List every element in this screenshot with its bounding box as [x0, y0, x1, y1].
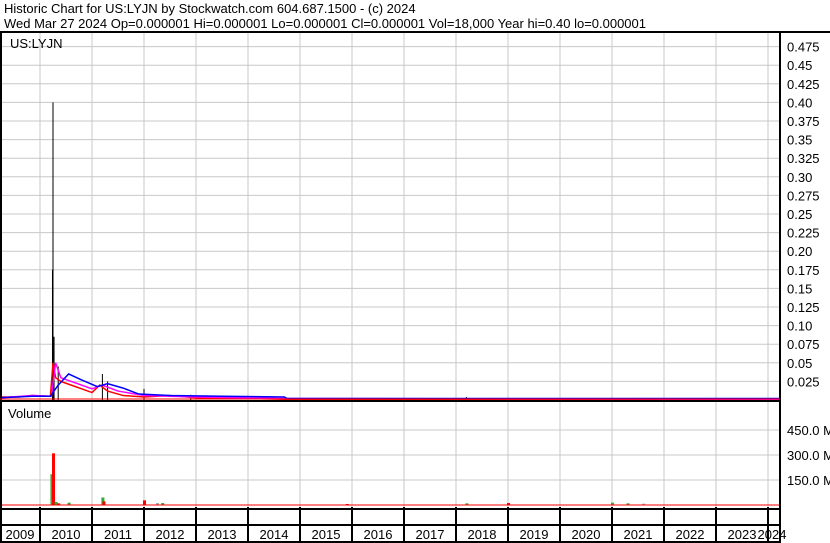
price-tick-label: 0.325	[787, 151, 820, 166]
year-tick-label: 2015	[312, 527, 341, 542]
volume-tick-label: 450.0 M	[787, 423, 830, 438]
year-tick-label: 2014	[260, 527, 289, 542]
year-tick-label: 2021	[624, 527, 653, 542]
price-tick-label: 0.10	[787, 319, 812, 334]
year-tick-label: 2012	[156, 527, 185, 542]
price-tick-label: 0.225	[787, 226, 820, 241]
price-tick-label: 0.40	[787, 95, 812, 110]
symbol-label: US:LYJN	[10, 36, 63, 51]
price-tick-label: 0.275	[787, 188, 820, 203]
price-tick-label: 0.175	[787, 263, 820, 278]
price-tick-label: 0.35	[787, 133, 812, 148]
chart-window: Historic Chart for US:LYJN by Stockwatch…	[0, 0, 830, 543]
year-tick-label: 2009	[6, 527, 35, 542]
price-tick-label: 0.25	[787, 207, 812, 222]
price-tick-label: 0.30	[787, 170, 812, 185]
stock-chart: US:LYJN Volume 0.025 0.05 0.075 0.10 0.125 0.…	[0, 31, 830, 543]
volume-bar	[143, 500, 146, 505]
price-tick-label: 0.15	[787, 281, 812, 296]
volume-label: Volume	[8, 406, 51, 421]
volume-bar	[52, 453, 55, 505]
price-tick-label: 0.125	[787, 300, 820, 315]
price-tick-label: 0.05	[787, 356, 812, 371]
price-tick-label: 0.45	[787, 58, 812, 73]
price-tick-label: 0.425	[787, 77, 820, 92]
price-tick-label: 0.025	[787, 374, 820, 389]
year-tick-label: 2013	[208, 527, 237, 542]
year-tick-label: 2022	[676, 527, 705, 542]
volume-bar	[102, 501, 106, 505]
year-tick-label: 2010	[52, 527, 81, 542]
year-tick-label: 2020	[572, 527, 601, 542]
year-tick-label: 2018	[468, 527, 497, 542]
year-tick-label: 2023	[728, 527, 757, 542]
year-tick-label: 2019	[520, 527, 549, 542]
year-tick-label: 2024	[758, 527, 787, 542]
price-tick-label: 0.475	[787, 40, 820, 55]
price-tick-label: 0.20	[787, 244, 812, 259]
price-tick-label: 0.075	[787, 337, 820, 352]
price-tick-label: 0.375	[787, 114, 820, 129]
year-tick-label: 2017	[416, 527, 445, 542]
volume-tick-label: 300.0 M	[787, 448, 830, 463]
year-tick-label: 2011	[104, 527, 132, 542]
volume-tick-label: 150.0 M	[787, 473, 830, 488]
year-tick-label: 2016	[364, 527, 393, 542]
